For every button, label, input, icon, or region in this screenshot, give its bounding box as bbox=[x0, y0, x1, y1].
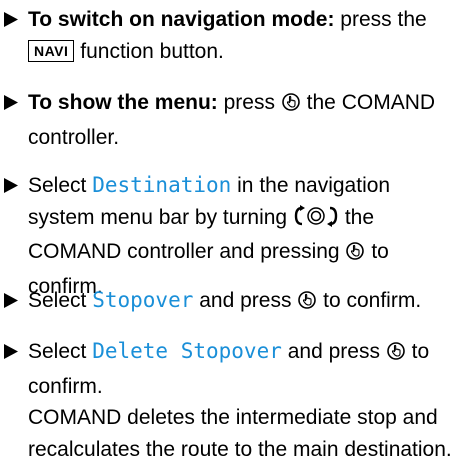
press-controller-icon bbox=[281, 90, 301, 122]
press-controller-icon bbox=[386, 339, 406, 371]
step-arrow-icon bbox=[4, 4, 20, 35]
navi-button-key: NAVI bbox=[28, 39, 75, 62]
step-5: Select Delete Stopover and press to conf… bbox=[4, 336, 460, 465]
step-4-text-2: and press bbox=[199, 289, 292, 312]
stopover-menu-term: Stopover bbox=[92, 288, 194, 312]
step-4-text: Select bbox=[28, 289, 87, 312]
step-arrow-icon bbox=[4, 336, 20, 367]
step-1-text: press the bbox=[340, 8, 427, 31]
step-3-text: Select bbox=[28, 174, 87, 197]
step-1: To switch on navigation mode: press the … bbox=[4, 4, 460, 67]
step-4: Select Stopover and press to confirm. bbox=[4, 285, 460, 320]
step-2: To show the menu: press the COMAND contr… bbox=[4, 87, 460, 153]
step-arrow-icon bbox=[4, 87, 20, 118]
step-2-lead: To show the menu: bbox=[28, 91, 218, 114]
delete-stopover-menu-term: Delete Stopover bbox=[92, 339, 282, 363]
step-2-text: press bbox=[223, 91, 275, 114]
step-arrow-icon bbox=[4, 170, 20, 201]
step-3: Select Destination in the navigation sys… bbox=[4, 170, 460, 302]
step-5-text: Select bbox=[28, 340, 87, 363]
press-controller-icon bbox=[297, 288, 317, 320]
step-1-text-end: function button. bbox=[80, 39, 224, 63]
step-4-text-3: to confirm. bbox=[323, 289, 422, 312]
turn-controller-icon bbox=[293, 204, 339, 237]
press-controller-icon bbox=[345, 239, 365, 271]
step-5-result: COMAND deletes the intermediate stop and… bbox=[28, 406, 452, 461]
step-5-text-2: and press bbox=[287, 340, 380, 363]
step-1-lead: To switch on navigation mode: bbox=[28, 8, 335, 31]
destination-menu-term: Destination bbox=[92, 173, 232, 197]
step-arrow-icon bbox=[4, 285, 20, 316]
